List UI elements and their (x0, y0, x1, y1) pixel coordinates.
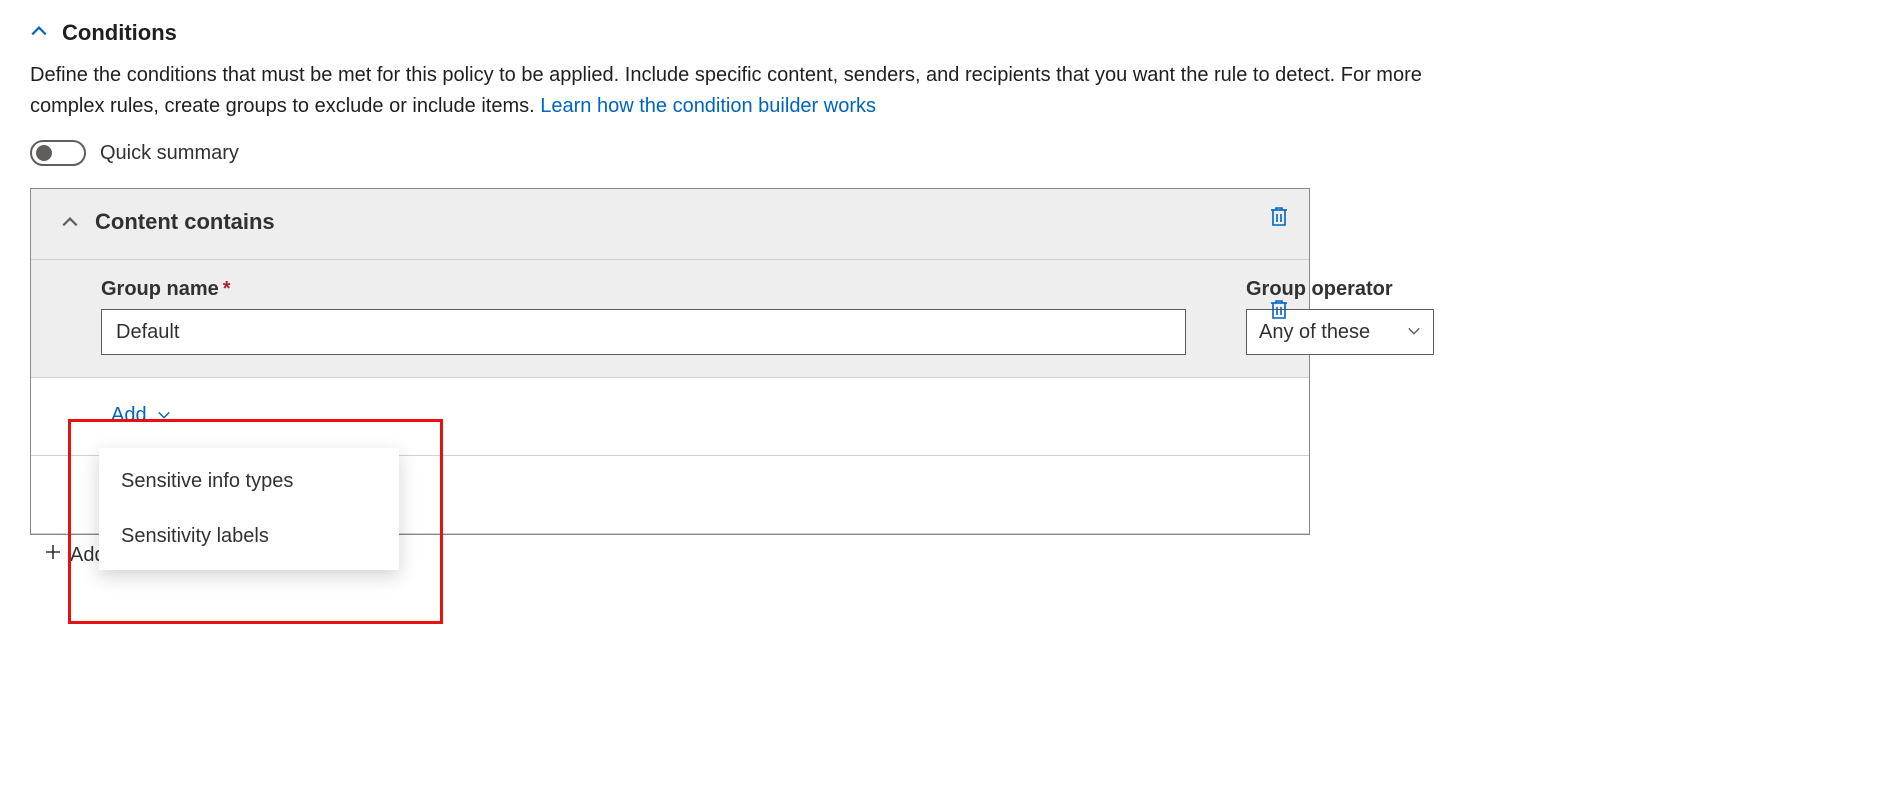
quick-summary-toggle[interactable] (30, 140, 86, 166)
page-root: Conditions Define the conditions that mu… (0, 0, 1884, 801)
group-name-label: Group name* (101, 278, 1186, 301)
trash-icon[interactable] (1269, 298, 1289, 325)
group-name-input[interactable] (101, 309, 1186, 355)
learn-link[interactable]: Learn how the condition builder works (540, 95, 876, 117)
group-row: Group name* Group operator Any of these (31, 260, 1309, 378)
chevron-down-icon (157, 404, 171, 427)
section-title: Conditions (62, 20, 177, 46)
menu-item-sensitive-info-types[interactable]: Sensitive info types (99, 454, 399, 509)
card-title: Content contains (95, 209, 275, 235)
group-name-label-text: Group name (101, 278, 219, 300)
quick-summary-row: Quick summary (30, 140, 1854, 166)
menu-item-sensitivity-labels[interactable]: Sensitivity labels (99, 509, 399, 564)
trash-icon[interactable] (1269, 205, 1289, 232)
group-name-field: Group name* (101, 278, 1186, 355)
add-dropdown-menu: Sensitive info types Sensitivity labels (99, 448, 399, 570)
plus-icon (44, 543, 62, 567)
toggle-knob (36, 145, 52, 161)
chevron-up-icon[interactable] (61, 213, 79, 231)
add-dropdown-trigger[interactable]: Add (111, 404, 171, 427)
section-description: Define the conditions that must be met f… (30, 60, 1450, 122)
chevron-up-icon (30, 22, 48, 45)
quick-summary-label: Quick summary (100, 142, 239, 165)
required-star: * (223, 278, 231, 300)
condition-card: Content contains Group name* Group opera… (30, 188, 1310, 535)
add-row: Add Sensitive info types Sensitivity lab… (31, 378, 1309, 456)
conditions-section-toggle[interactable]: Conditions (30, 20, 1854, 46)
add-label: Add (111, 404, 147, 427)
chevron-down-icon (1397, 321, 1421, 344)
card-header: Content contains (31, 189, 1309, 260)
